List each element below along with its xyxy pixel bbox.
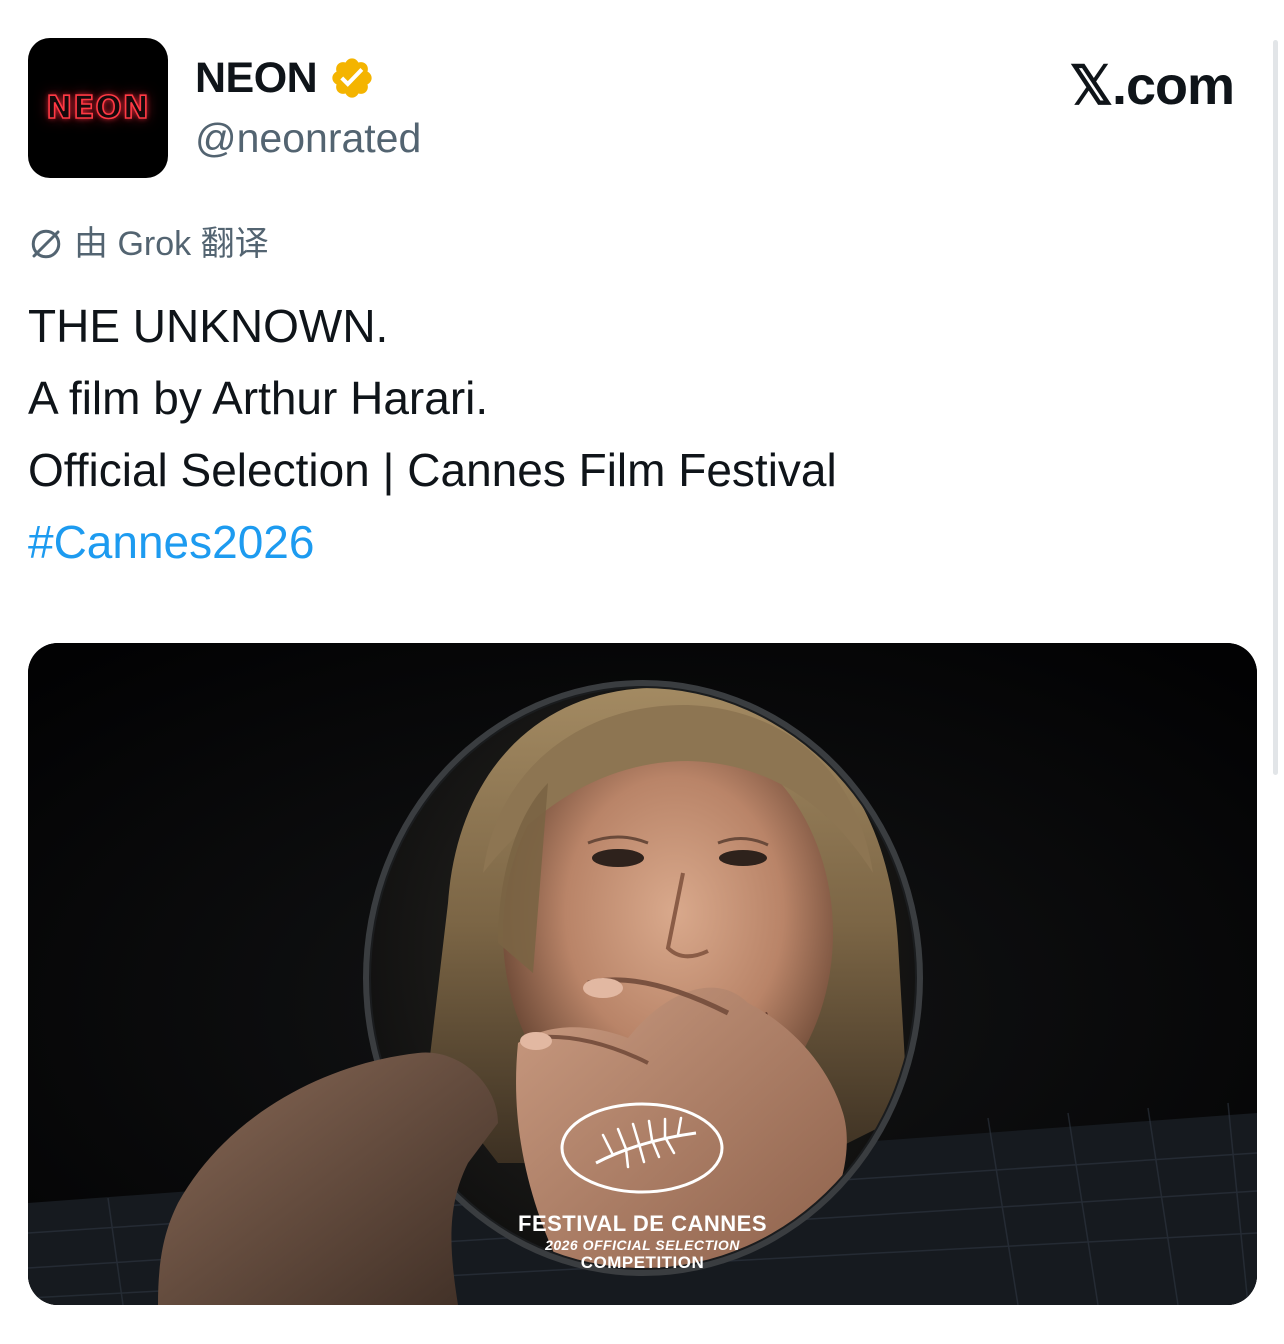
site-logo: 𝕏.com [1069, 56, 1235, 116]
film-still-illustration [28, 643, 1257, 1305]
translation-note[interactable]: 由 Grok 翻译 [28, 222, 269, 266]
tweet-line-title: THE UNKNOWN. [28, 300, 389, 352]
tweet-line-director: A film by Arthur Harari. [28, 372, 489, 424]
festival-title: FESTIVAL DE CANNES [518, 1211, 767, 1236]
tweet-text: THE UNKNOWN. A film by Arthur Harari. Of… [28, 290, 837, 578]
scrollbar[interactable] [1273, 40, 1278, 775]
festival-subtitle: 2026 OFFICIAL SELECTION [545, 1237, 740, 1253]
globe-icon [28, 226, 64, 262]
user-handle[interactable]: @neonrated [195, 113, 421, 163]
hashtag-link[interactable]: #Cannes2026 [28, 506, 837, 578]
avatar[interactable]: NEON [28, 38, 168, 178]
translation-label: 由 Grok 翻译 [74, 225, 269, 263]
festival-section: COMPETITION [580, 1253, 705, 1272]
verified-badge-icon [329, 55, 375, 101]
name-row: NEON [195, 52, 375, 104]
avatar-logo-text: NEON [45, 89, 150, 127]
tweet-line-selection: Official Selection | Cannes Film Festiva… [28, 444, 837, 496]
display-name[interactable]: NEON [195, 52, 318, 104]
tweet-media-image[interactable]: FESTIVAL DE CANNES 2026 OFFICIAL SELECTI… [28, 643, 1257, 1305]
